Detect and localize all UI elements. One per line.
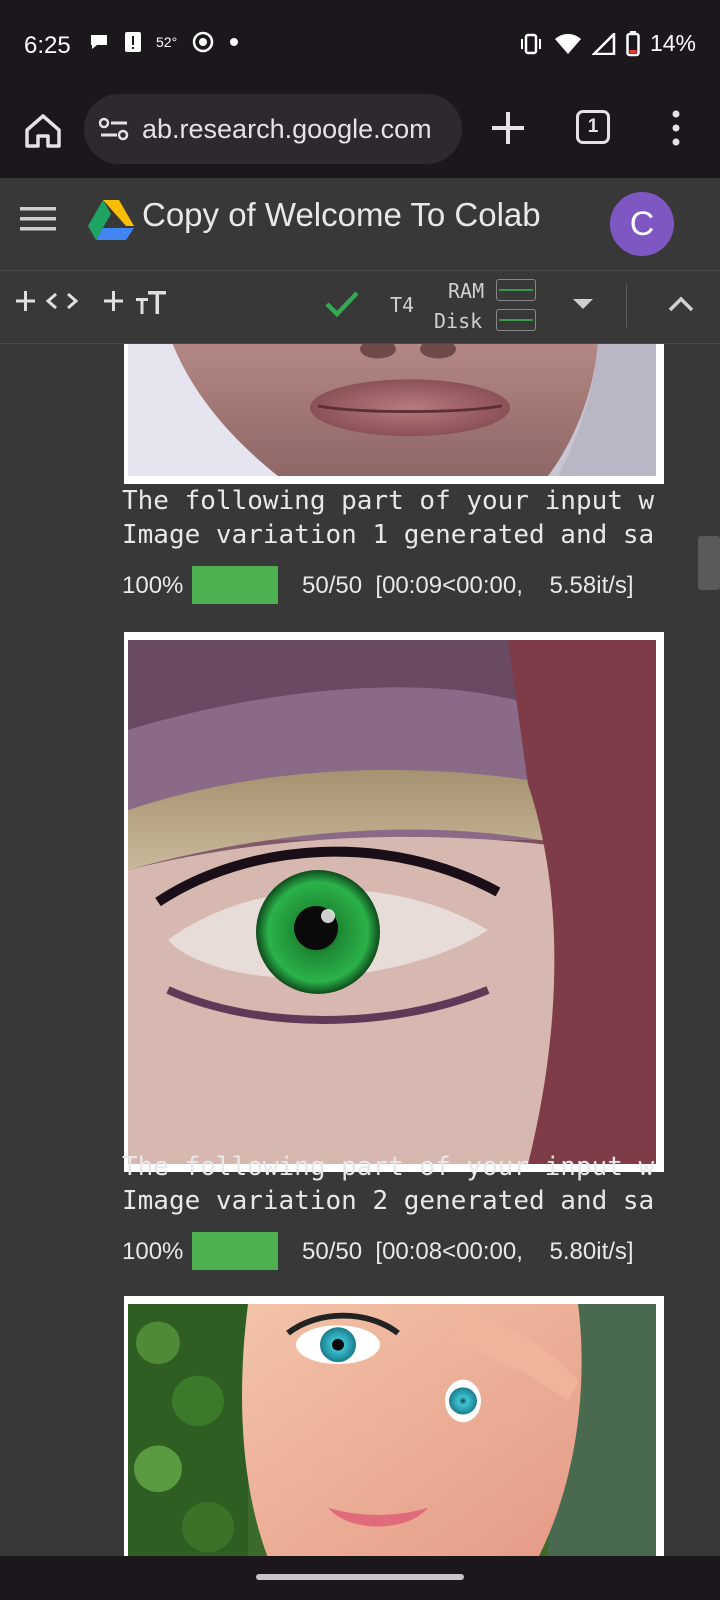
resources-dropdown-icon[interactable]	[572, 297, 594, 311]
status-icons-right: 14%	[518, 30, 696, 57]
status-battery: 14%	[649, 30, 696, 56]
connected-check-icon[interactable]	[324, 289, 360, 319]
colab-header: Copy of Welcome To Colab C	[0, 178, 720, 271]
status-icons-left: 52°	[88, 30, 239, 54]
home-icon[interactable]	[20, 108, 66, 154]
green-eye-image-art	[128, 640, 656, 1164]
tab-switcher-button[interactable]: 1	[576, 110, 610, 144]
add-text-icon	[104, 291, 166, 314]
vibrate-icon	[520, 33, 541, 54]
cell-output: The following part of your input w Image…	[0, 344, 720, 1556]
avatar[interactable]: C	[610, 192, 674, 256]
output-scrollbar[interactable]	[698, 536, 720, 590]
disk-meter[interactable]	[496, 309, 536, 331]
new-tab-icon[interactable]	[486, 106, 530, 150]
status-temperature: 52°	[156, 34, 178, 50]
status-bar: 6:25 52° 14%	[0, 0, 720, 88]
tab-count: 1	[587, 116, 599, 137]
browser-toolbar: ab.research.google.com 1	[0, 88, 720, 178]
progress-percent: 100%	[122, 572, 184, 599]
progress-bar	[192, 1232, 278, 1270]
progress-bar-fill	[192, 566, 278, 604]
progress-bar-row: 100% 50/50 [00:09<00:00, 5.58it/s]	[122, 566, 682, 606]
toolbar-divider	[626, 283, 627, 327]
signal-icon	[591, 32, 616, 55]
wifi-icon	[554, 33, 581, 54]
progress-bar-fill	[192, 1232, 278, 1270]
runtime-type[interactable]: T4	[390, 293, 414, 317]
progress-percent: 100%	[122, 1238, 184, 1265]
progress-stats: 50/50 [00:09<00:00, 5.58it/s]	[302, 572, 634, 599]
add-code-icon	[16, 291, 79, 311]
screen-record-icon	[192, 31, 214, 53]
generated-face-lips-image	[124, 344, 664, 484]
chat-bubble-icon	[91, 35, 107, 49]
disk-meter-fill	[499, 319, 533, 321]
output-log-line: The following part of your input w	[122, 486, 655, 516]
add-text-cell-button[interactable]	[104, 287, 174, 328]
site-settings-icon[interactable]	[98, 116, 130, 142]
avatar-letter: C	[629, 204, 655, 243]
progress-bar	[192, 566, 278, 604]
add-code-cell-button[interactable]	[16, 287, 86, 328]
address-bar[interactable]: ab.research.google.com	[84, 94, 462, 164]
progress-stats: 50/50 [00:08<00:00, 5.80it/s]	[302, 1238, 634, 1265]
notebook-title[interactable]: Copy of Welcome To Colab	[142, 196, 541, 234]
output-log-line: The following part of your input w	[122, 1152, 655, 1182]
google-drive-logo-icon[interactable]	[88, 198, 134, 240]
notebook-toolbar: T4 RAM Disk	[0, 271, 720, 344]
gesture-handle[interactable]	[256, 1574, 464, 1580]
hamburger-menu-icon[interactable]	[20, 204, 58, 234]
generated-green-eye-image	[124, 632, 664, 1172]
cell-gutter	[0, 344, 96, 1556]
dot-icon	[230, 38, 239, 46]
status-time: 6:25	[24, 32, 71, 59]
output-log-line: Image variation 2 generated and sa	[122, 1186, 655, 1216]
generated-curly-hair-face-image	[124, 1296, 664, 1556]
disk-label: Disk	[434, 309, 483, 333]
progress-bar-row: 100% 50/50 [00:08<00:00, 5.80it/s]	[122, 1232, 682, 1272]
url-text: ab.research.google.com	[142, 114, 432, 144]
alert-icon	[125, 32, 141, 52]
chevron-up-icon[interactable]	[668, 295, 694, 313]
curly-hair-face-image-art	[128, 1304, 656, 1556]
system-nav-bar	[0, 1556, 720, 1600]
lips-image-art	[128, 344, 656, 476]
ram-label: RAM	[448, 279, 485, 303]
more-options-icon[interactable]	[664, 106, 688, 150]
ram-meter-fill	[499, 289, 533, 291]
battery-low-icon	[626, 30, 640, 56]
ram-meter[interactable]	[496, 279, 536, 301]
output-log-line: Image variation 1 generated and sa	[122, 520, 655, 550]
